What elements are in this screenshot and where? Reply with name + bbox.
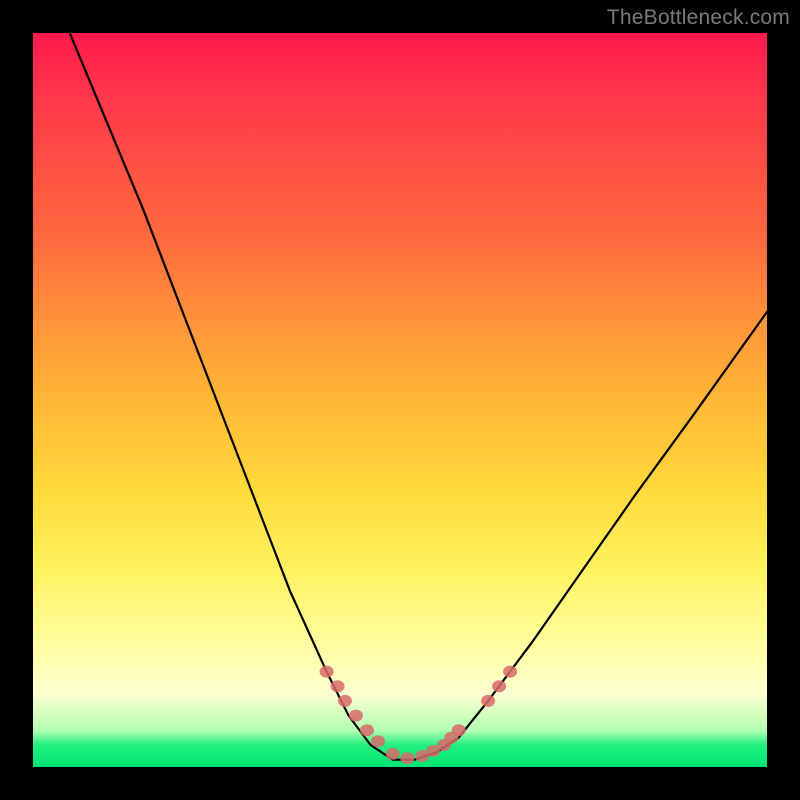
chart-svg: [33, 33, 767, 767]
highlight-dot: [503, 666, 517, 678]
highlight-dot: [386, 748, 400, 760]
highlight-dots: [320, 666, 517, 765]
highlight-dot: [481, 695, 495, 707]
highlight-dot: [320, 666, 334, 678]
highlight-dot: [349, 710, 363, 722]
highlight-dot: [338, 695, 352, 707]
highlight-dot: [371, 735, 385, 747]
highlight-dot: [452, 724, 466, 736]
chart-plot-area: [33, 33, 767, 767]
bottleneck-curve: [70, 33, 767, 760]
highlight-dot: [492, 680, 506, 692]
watermark-text: TheBottleneck.com: [607, 6, 790, 30]
highlight-dot: [360, 724, 374, 736]
chart-frame: TheBottleneck.com: [0, 0, 800, 800]
highlight-dot: [400, 752, 414, 764]
highlight-dot: [331, 680, 345, 692]
